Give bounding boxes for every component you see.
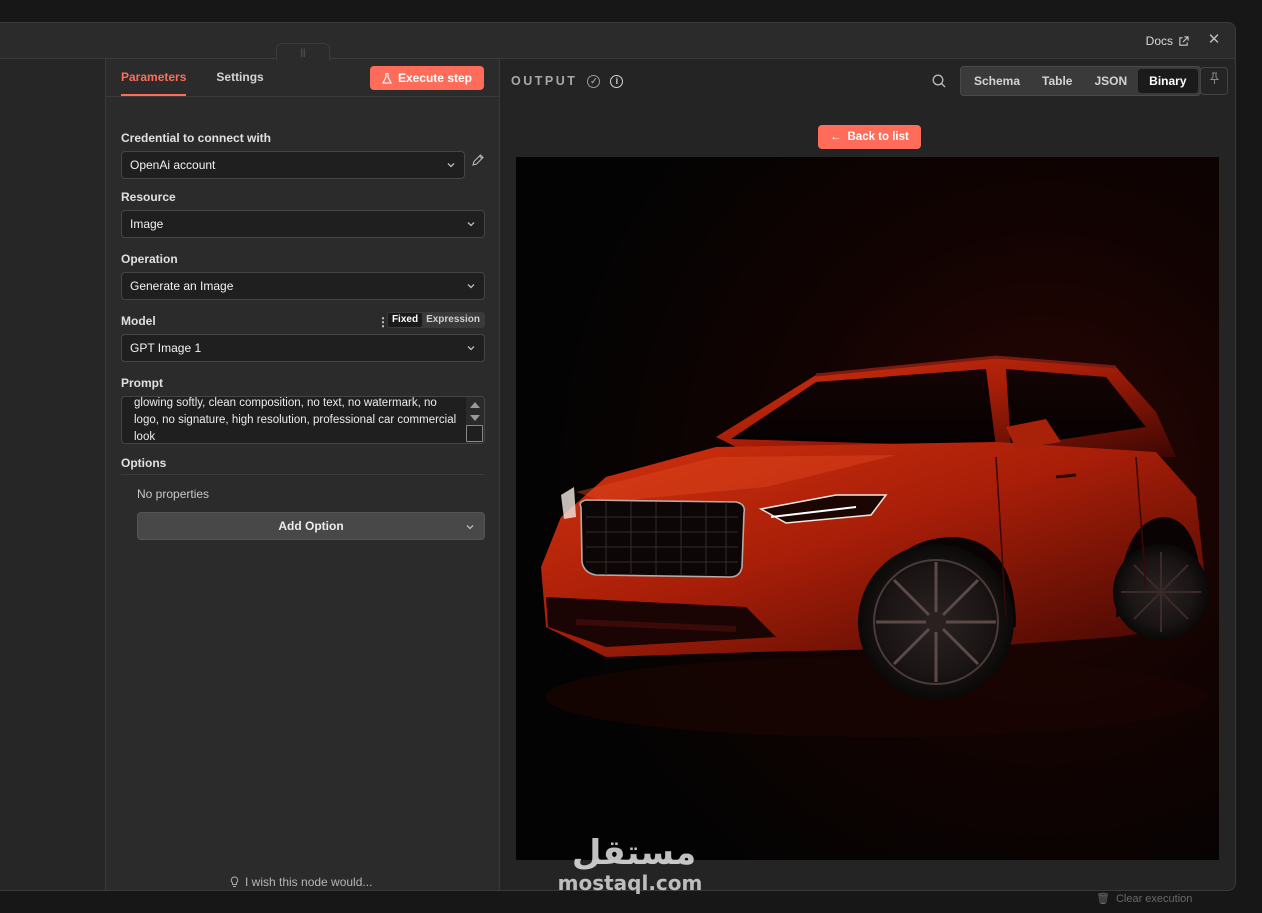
- output-title: OUTPUT ✓ i: [511, 74, 624, 88]
- view-binary[interactable]: Binary: [1138, 69, 1198, 93]
- trash-icon: 🗑: [1096, 893, 1110, 905]
- parameters-panel: Parameters Settings Execute step Credent…: [106, 59, 500, 890]
- options-heading: Options: [121, 456, 485, 475]
- execute-step-button[interactable]: Execute step: [369, 66, 484, 90]
- tab-settings[interactable]: Settings: [216, 70, 263, 96]
- chevron-down-icon: [467, 222, 475, 227]
- chevron-down-icon: [466, 525, 474, 530]
- resize-handle-icon[interactable]: [466, 425, 483, 442]
- operation-select[interactable]: Generate an Image: [121, 272, 485, 300]
- prompt-field: Prompt glowing softly, clean composition…: [121, 376, 485, 444]
- toggle-expression[interactable]: Expression: [422, 313, 484, 327]
- svg-text:مستقل: مستقل: [572, 833, 696, 873]
- chevron-down-icon: [467, 284, 475, 289]
- chevron-down-icon: [467, 346, 475, 351]
- feedback-link[interactable]: I wish this node would...: [230, 875, 372, 889]
- credential-select[interactable]: OpenAi account: [121, 151, 465, 179]
- model-field: Model ⋮ Fixed Expression GPT Image 1: [121, 312, 485, 362]
- close-icon[interactable]: ✕: [1205, 31, 1223, 49]
- credential-field: Credential to connect with OpenAi accoun…: [121, 131, 485, 179]
- clear-execution-button[interactable]: 🗑 Clear execution: [1096, 892, 1192, 906]
- operation-field: Operation Generate an Image: [121, 252, 485, 300]
- model-select[interactable]: GPT Image 1: [121, 334, 485, 362]
- output-panel: OUTPUT ✓ i Schema Table JSON Binary ← Ba…: [500, 59, 1235, 890]
- tab-parameters[interactable]: Parameters: [121, 70, 187, 96]
- modal-header: Docs ✕: [0, 23, 1235, 59]
- prompt-textarea[interactable]: glowing softly, clean composition, no te…: [121, 396, 485, 444]
- output-view-switcher: Schema Table JSON Binary: [960, 66, 1201, 96]
- arrow-left-icon: ←: [830, 131, 842, 143]
- pin-icon[interactable]: [1200, 67, 1228, 95]
- generated-image: [516, 157, 1219, 860]
- view-json[interactable]: JSON: [1083, 69, 1138, 93]
- no-properties-text: No properties: [137, 487, 210, 501]
- pencil-icon[interactable]: [471, 153, 485, 167]
- search-icon[interactable]: [931, 73, 947, 89]
- lightbulb-icon: [230, 876, 239, 887]
- info-icon[interactable]: i: [610, 74, 624, 88]
- flask-icon: [382, 72, 392, 84]
- view-table[interactable]: Table: [1031, 69, 1083, 93]
- mostaql-watermark: مستقل mostaql.com: [554, 824, 714, 895]
- scroll-down-icon[interactable]: [470, 415, 480, 421]
- check-circle-icon: ✓: [587, 74, 601, 88]
- external-link-icon: [1179, 35, 1189, 46]
- add-option-button[interactable]: Add Option: [137, 512, 485, 540]
- resource-field: Resource Image: [121, 190, 485, 238]
- red-suv-image: [516, 157, 1219, 860]
- panel-drag-handle[interactable]: ||: [276, 43, 330, 61]
- fixed-expression-toggle[interactable]: Fixed Expression: [386, 312, 485, 328]
- docs-link[interactable]: Docs: [1146, 34, 1189, 48]
- view-schema[interactable]: Schema: [963, 69, 1031, 93]
- param-tabs: Parameters Settings Execute step: [106, 59, 499, 97]
- back-to-list-button[interactable]: ← Back to list: [818, 125, 921, 149]
- chevron-down-icon: [447, 163, 455, 168]
- node-details-modal: Docs ✕ Parameters Settings Execute step …: [0, 22, 1236, 891]
- svg-text:mostaql.com: mostaql.com: [558, 871, 703, 894]
- scroll-up-icon[interactable]: [470, 402, 480, 408]
- toggle-fixed[interactable]: Fixed: [387, 313, 423, 327]
- resource-select[interactable]: Image: [121, 210, 485, 238]
- input-panel: [0, 59, 106, 890]
